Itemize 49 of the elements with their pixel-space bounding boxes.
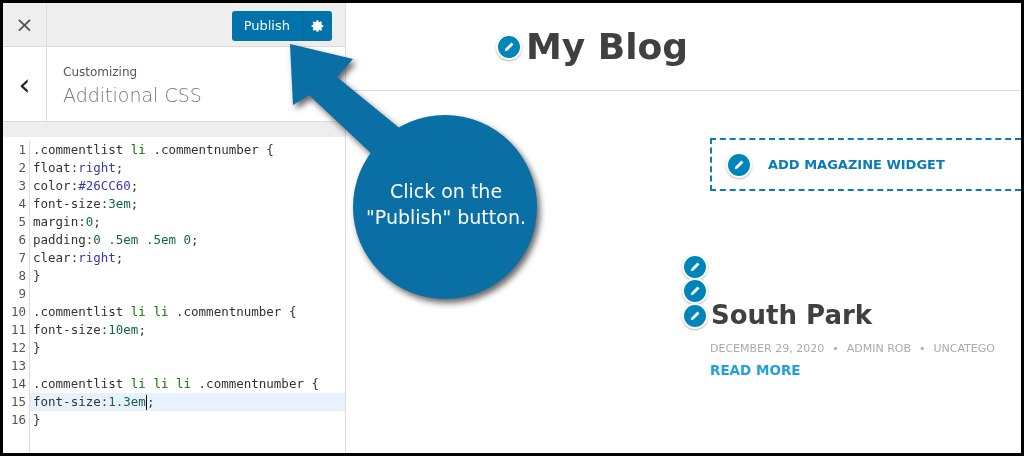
code-line: color:#26CC60; [32,177,140,195]
breadcrumb: Customizing [63,64,139,81]
code-line: clear:right; [32,249,125,267]
line-number: 10 [9,303,26,321]
edit-icon[interactable] [682,303,708,329]
line-number: 7 [17,249,26,267]
separator: • [832,341,839,357]
line-number: 9 [17,285,26,303]
edit-icon[interactable] [682,254,708,280]
code-line: margin:0; [32,213,102,231]
line-number: 12 [9,339,26,357]
line-number: 15 [9,393,26,411]
callout-text: Click on the "Publish" button. [365,179,527,230]
code-line: .commentlist li li .commentnumber { [32,303,298,321]
line-number: 2 [17,159,26,177]
line-number: 13 [9,357,26,375]
section-title: Additional CSS [63,83,202,108]
line-number: 1 [17,141,26,159]
post-title: South Park [711,302,873,328]
post-category: UNCATEGO [933,341,995,357]
code-line: padding:0 .5em .5em 0; [32,231,200,249]
add-widget-button[interactable]: ADD MAGAZINE WIDGET [710,138,1021,191]
code-line: } [32,411,42,429]
line-number: 11 [9,321,26,339]
site-title: My Blog [526,24,689,69]
line-number: 3 [17,177,26,195]
code-line: font-size:10em; [32,321,147,339]
line-number: 4 [17,195,26,213]
line-number: 8 [17,267,26,285]
edit-icon[interactable] [496,33,522,60]
code-line: } [32,339,42,357]
line-number: 5 [17,213,26,231]
line-number: 14 [9,375,26,393]
read-more-link[interactable]: READ MORE [710,359,801,380]
code-line: } [32,267,42,285]
post-date: DECEMBER 29, 2020 [710,341,825,357]
line-number: 6 [17,231,26,249]
code-line: .commentlist li li li .commentnumber { [32,375,320,393]
code-line: font-size:3em; [32,195,140,213]
line-number: 16 [9,411,26,429]
settings-icon [310,19,325,33]
edit-icon [726,151,752,178]
code-line: float:right; [32,159,125,177]
edit-icon[interactable] [682,278,708,304]
code-line: .commentlist li .commentnumber { [32,141,275,159]
separator: • [919,341,926,357]
close-button[interactable]: × [3,3,47,46]
publish-button[interactable]: Publish [231,11,332,41]
post-author: ADMIN ROB [846,341,911,357]
